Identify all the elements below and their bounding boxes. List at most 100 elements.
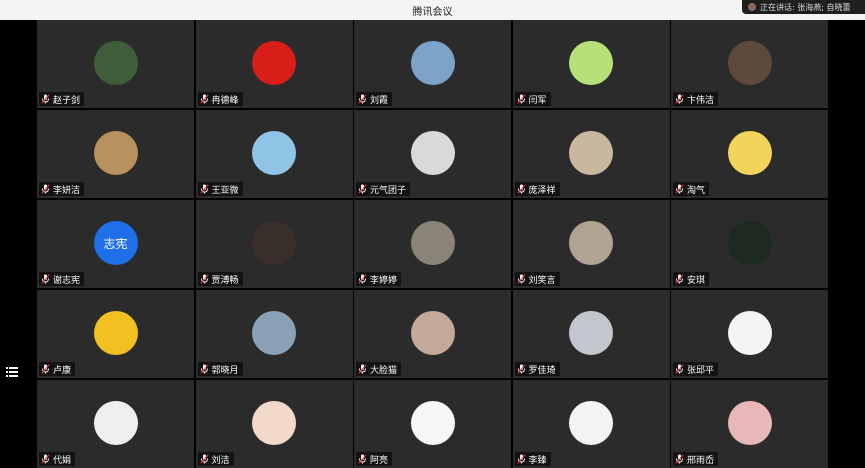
participant-tile[interactable]: 邢雨岙 xyxy=(671,380,828,468)
participant-name: 赵子剑 xyxy=(53,95,81,106)
avatar xyxy=(569,311,613,355)
participant-tile[interactable]: 罗佳琦 xyxy=(512,290,670,378)
mic-muted-icon xyxy=(675,184,684,194)
participant-tile[interactable]: 志宪 谢志宪 xyxy=(37,200,194,288)
mic-muted-icon xyxy=(41,184,50,194)
participant-name: 安琪 xyxy=(687,275,706,286)
avatar xyxy=(410,401,455,445)
participant-name: 卢康 xyxy=(53,365,72,376)
participant-nameplate: 卞伟洁 xyxy=(673,92,719,106)
participant-name: 李婷婷 xyxy=(370,275,398,286)
participant-name: 邢雨岙 xyxy=(687,455,715,466)
avatar xyxy=(252,221,296,265)
participant-nameplate: 代娟 xyxy=(39,452,76,466)
avatar xyxy=(727,221,772,265)
participant-tile[interactable]: 代娟 xyxy=(37,380,194,468)
participant-tile[interactable]: 阿亮 xyxy=(354,380,511,468)
mic-muted-icon xyxy=(358,274,367,284)
avatar xyxy=(727,311,772,355)
mic-muted-icon xyxy=(199,364,209,374)
mic-muted-icon xyxy=(358,184,367,194)
mic-muted-icon xyxy=(675,364,684,374)
avatar xyxy=(252,311,296,355)
avatar xyxy=(410,41,455,85)
participant-tile[interactable]: 王亚微 xyxy=(195,110,353,198)
mic-muted-icon xyxy=(199,94,209,104)
participant-nameplate: 卢康 xyxy=(39,362,76,376)
participant-tile[interactable]: 安琪 xyxy=(671,200,828,288)
participant-tile[interactable]: 李臻 xyxy=(512,380,670,468)
mic-muted-icon xyxy=(41,364,50,374)
participant-name: 李妍洁 xyxy=(53,185,81,196)
mic-muted-icon xyxy=(41,274,50,284)
speaker-avatar-icon xyxy=(748,3,756,11)
participant-tile[interactable]: 淘气 xyxy=(671,110,828,198)
participant-tile[interactable]: 李婷婷 xyxy=(354,200,511,288)
avatar xyxy=(727,401,772,445)
mic-muted-icon xyxy=(41,94,50,104)
participant-nameplate: 刘笑言 xyxy=(514,272,560,286)
participant-name: 贾溥畅 xyxy=(211,275,239,286)
avatar xyxy=(410,311,455,355)
participant-name: 罗佳琦 xyxy=(528,365,556,376)
participant-tile[interactable]: 闫军 xyxy=(512,20,670,108)
participant-name: 阿亮 xyxy=(370,455,389,466)
participant-tile[interactable]: 大脸猫 xyxy=(354,290,511,378)
participant-name: 元气团子 xyxy=(370,185,407,196)
window-title: 腾讯会议 xyxy=(412,6,453,18)
avatar xyxy=(93,41,138,85)
participant-nameplate: 谢志宪 xyxy=(39,272,85,286)
participant-tile[interactable]: 李妍洁 xyxy=(37,110,194,198)
participant-tile[interactable]: 卞伟洁 xyxy=(671,20,828,108)
mic-muted-icon xyxy=(199,184,209,194)
participant-name: 王亚微 xyxy=(211,185,239,196)
participant-name: 张邱平 xyxy=(687,365,715,376)
mic-muted-icon xyxy=(358,94,367,104)
mic-muted-icon xyxy=(675,94,684,104)
participant-tile[interactable]: 贾溥畅 xyxy=(195,200,353,288)
mic-muted-icon xyxy=(516,454,526,464)
mic-muted-icon xyxy=(516,364,526,374)
participant-name: 庞泽祥 xyxy=(528,185,556,196)
window-titlebar: 腾讯会议 xyxy=(0,0,865,20)
participant-tile[interactable]: 冉德峰 xyxy=(195,20,353,108)
participant-tile[interactable]: 赵子剑 xyxy=(37,20,194,108)
participant-tile[interactable]: 郭晓月 xyxy=(195,290,353,378)
participant-name: 刘笑言 xyxy=(528,275,556,286)
participant-name: 代娟 xyxy=(53,455,72,466)
participant-tile[interactable]: 庞泽祥 xyxy=(512,110,670,198)
avatar xyxy=(410,131,455,175)
avatar xyxy=(410,221,455,265)
participant-nameplate: 李臻 xyxy=(514,452,551,466)
avatar xyxy=(252,401,296,445)
participant-nameplate: 阿亮 xyxy=(356,452,393,466)
participant-nameplate: 赵子剑 xyxy=(39,92,85,106)
participant-grid: 赵子剑 冉德峰 刘霞 闫军 卞伟洁 李妍洁 王亚微 元气团子 庞泽祥 淘气 志宪 谢志宪 贾溥畅 李婷婷刘… xyxy=(37,20,828,468)
avatar xyxy=(569,221,613,265)
participant-name: 刘霞 xyxy=(370,95,389,106)
participant-name: 冉德峰 xyxy=(211,95,239,106)
list-menu-icon[interactable] xyxy=(6,366,18,378)
participant-nameplate: 李婷婷 xyxy=(356,272,402,286)
participant-nameplate: 罗佳琦 xyxy=(514,362,560,376)
participant-tile[interactable]: 刘笑言 xyxy=(512,200,670,288)
speaking-indicator: 正在讲话: 张海燕; 自晓蕾 xyxy=(742,0,865,14)
avatar xyxy=(727,131,772,175)
avatar xyxy=(569,41,613,85)
mic-muted-icon xyxy=(199,454,209,464)
participant-nameplate: 郭晓月 xyxy=(197,362,243,376)
speaking-text: 正在讲话: 张海燕; 自晓蕾 xyxy=(760,2,851,12)
participant-tile[interactable]: 刘洁 xyxy=(195,380,353,468)
avatar xyxy=(252,41,296,85)
participant-tile[interactable]: 张邱平 xyxy=(671,290,828,378)
participant-nameplate: 大脸猫 xyxy=(356,362,402,376)
participant-tile[interactable]: 元气团子 xyxy=(354,110,511,198)
avatar xyxy=(569,401,613,445)
avatar: 志宪 xyxy=(93,221,138,265)
participant-tile[interactable]: 刘霞 xyxy=(354,20,511,108)
participant-name: 卞伟洁 xyxy=(687,95,715,106)
participant-tile[interactable]: 卢康 xyxy=(37,290,194,378)
participant-name: 大脸猫 xyxy=(370,365,398,376)
participant-nameplate: 邢雨岙 xyxy=(673,452,719,466)
participant-name: 李臻 xyxy=(528,455,547,466)
